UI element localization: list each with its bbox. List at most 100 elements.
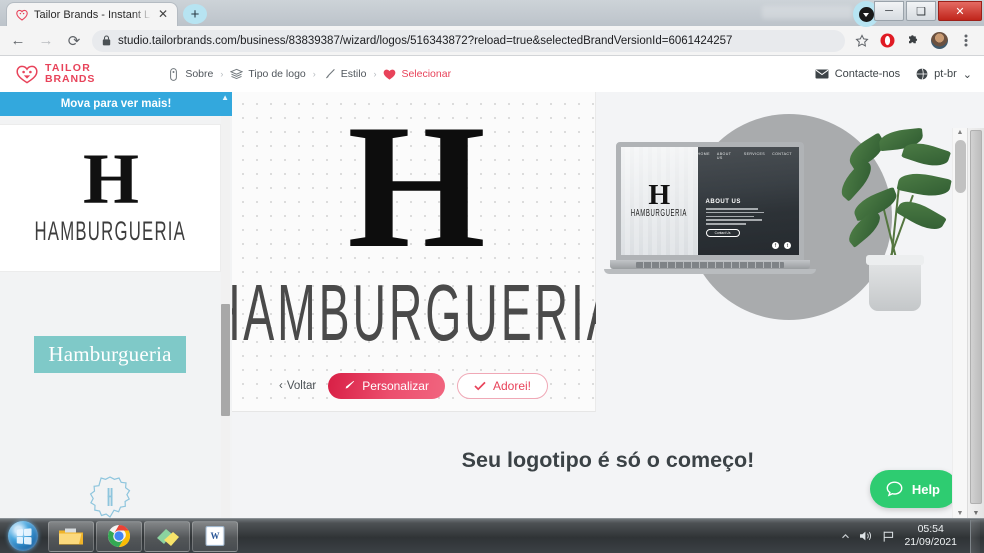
back-button[interactable]: ←: [8, 31, 28, 51]
laptop-foot: [604, 269, 816, 274]
window-scrollbar[interactable]: ▼: [967, 128, 984, 518]
mockup-nav-item: CONTACT: [772, 152, 792, 156]
microsoft-word-icon[interactable]: W: [192, 520, 238, 552]
twitter-icon: t: [784, 242, 791, 249]
logo-name: HAMBURGUERIA: [34, 215, 186, 246]
tailor-brands-logo[interactable]: TAILOR BRANDS: [16, 63, 95, 84]
decorative-plant: [835, 126, 956, 311]
wizard-steps: Sobre › Tipo de logo › Estilo › Selecion…: [167, 67, 451, 81]
step-chevron-2: ›: [312, 69, 316, 79]
mockup-nav-item: ABOUT US: [716, 152, 732, 160]
tabstrip-blurred-region: [762, 6, 852, 19]
chrome-browser-window: Tailor Brands - Instant Logo Mak ✕ + ─ ❑…: [0, 0, 984, 518]
logo-thumbnail-3[interactable]: HAMBURGUERIA: [0, 436, 221, 518]
logo-thumbnail-1[interactable]: H HAMBURGUERIA: [0, 124, 221, 272]
show-desktop-button[interactable]: [970, 519, 980, 553]
laptop-device: H HAMBURGUERIA HOME ABOUT US SERVICES CO…: [604, 142, 816, 274]
logo-thumbnail-2[interactable]: Hamburgueria: [0, 280, 221, 428]
scroll-up-arrow-icon[interactable]: ▲: [221, 93, 229, 102]
globe-icon: [916, 68, 928, 80]
step-sobre[interactable]: Sobre: [167, 67, 214, 81]
mockup-nav-item: HOME: [697, 152, 710, 156]
volume-icon[interactable]: [859, 530, 873, 542]
mockup-body-lines: [705, 208, 764, 225]
mockup-logo-mark: H: [648, 179, 671, 211]
page-scroll-up-icon[interactable]: ▲: [953, 129, 967, 136]
reload-button[interactable]: ⟳: [64, 31, 84, 51]
step-label: Sobre: [185, 68, 214, 80]
step-tipo-de-logo[interactable]: Tipo de logo: [230, 68, 306, 81]
back-button[interactable]: ‹ Voltar: [279, 380, 316, 392]
tailor-brands-favicon: [16, 9, 28, 21]
help-button[interactable]: Help: [869, 470, 958, 508]
badge-emblem-icon: [88, 475, 132, 519]
desktop-screen: Tailor Brands - Instant Logo Mak ✕ + ─ ❑…: [0, 0, 984, 553]
back-label: Voltar: [286, 379, 317, 392]
close-window-button[interactable]: ✕: [938, 1, 982, 21]
step-label: Estilo: [340, 68, 367, 80]
move-banner-label: Mova para ver mais!: [60, 98, 172, 110]
main-content: H HAMBURGUERIA ‹ Voltar Personalizar Ado…: [232, 92, 984, 518]
maximize-button[interactable]: ❑: [906, 1, 936, 21]
mockup-hero-right: HOME ABOUT US SERVICES CONTACT ABOUT US: [697, 147, 799, 255]
clock-date: 21/09/2021: [904, 536, 957, 548]
site-header: TAILOR BRANDS Sobre › Tipo de logo › Est…: [0, 56, 984, 92]
chrome-menu-icon[interactable]: [957, 32, 974, 49]
pencil-icon: [345, 381, 355, 389]
extensions-puzzle-icon[interactable]: [905, 32, 922, 49]
customize-button[interactable]: Personalizar: [328, 372, 445, 399]
windows-explorer-icon[interactable]: [48, 520, 94, 552]
profile-avatar[interactable]: [931, 32, 948, 49]
logo-mark: H: [82, 139, 139, 220]
svg-text:W: W: [211, 531, 220, 541]
bookmark-star-icon[interactable]: [853, 32, 870, 49]
tab-title: Tailor Brands - Instant Logo Mak: [34, 8, 151, 21]
brand-line-2: BRANDS: [45, 73, 96, 85]
address-bar[interactable]: studio.tailorbrands.com/business/8383938…: [92, 29, 845, 52]
browser-tab[interactable]: Tailor Brands - Instant Logo Mak ✕: [6, 2, 178, 26]
sticky-notes-icon[interactable]: [144, 520, 190, 552]
tailor-brands-logo-icon: [16, 65, 38, 83]
customize-label: Personalizar: [362, 378, 429, 393]
step-selecionar[interactable]: Selecionar: [383, 68, 451, 81]
window-scroll-down-icon[interactable]: ▼: [968, 510, 984, 517]
step-chevron-1: ›: [220, 69, 224, 79]
help-label: Help: [911, 481, 940, 497]
url-text: studio.tailorbrands.com/business/8383938…: [118, 34, 733, 47]
page-scroll-down-icon[interactable]: ▼: [953, 510, 967, 517]
layers-icon: [230, 68, 244, 81]
love-it-button[interactable]: Adorei!: [456, 372, 548, 399]
windows-taskbar: W 05:54 21/09/2021: [0, 518, 984, 553]
mockup-hero-left: H HAMBURGUERIA: [621, 147, 698, 255]
windows-start-orb[interactable]: [0, 520, 46, 553]
step-label: Selecionar: [401, 68, 452, 80]
minimize-button[interactable]: ─: [874, 1, 904, 21]
step-estilo[interactable]: Estilo: [323, 68, 367, 81]
forward-button[interactable]: →: [36, 31, 56, 51]
google-chrome-icon[interactable]: [96, 520, 142, 552]
chat-bubble-icon: [886, 480, 903, 497]
opera-extension-icon[interactable]: [879, 32, 896, 49]
page-scrollbar-thumb[interactable]: [955, 140, 966, 193]
taskbar-clock[interactable]: 05:54 21/09/2021: [904, 523, 957, 549]
contact-us-label: Contacte-nos: [834, 68, 901, 80]
heart-icon: [383, 68, 396, 81]
language-selector[interactable]: pt-br ⌄: [916, 68, 972, 81]
step-chevron-3: ›: [373, 69, 377, 79]
page-scrollbar[interactable]: ▲ ▼: [952, 128, 967, 518]
action-center-flag-icon[interactable]: [882, 530, 895, 543]
love-it-label: Adorei!: [492, 378, 531, 393]
show-hidden-icons-arrow[interactable]: [841, 532, 850, 541]
sidebar-scrollbar-thumb[interactable]: [221, 304, 230, 416]
mockup-cta-button: Contact Us: [705, 228, 740, 237]
tab-close-icon[interactable]: ✕: [157, 8, 169, 21]
window-scrollbar-thumb[interactable]: [970, 130, 982, 504]
contact-us-link[interactable]: Contacte-nos: [815, 68, 900, 80]
new-tab-button[interactable]: +: [183, 4, 207, 24]
check-icon: [474, 381, 486, 391]
browser-toolbar: ← → ⟳ studio.tailorbrands.com/business/8…: [0, 26, 984, 56]
laptop-keyboard: [636, 261, 784, 268]
facebook-icon: f: [772, 242, 779, 249]
lock-icon: [102, 35, 111, 46]
mockup-logo-name: HAMBURGUERIA: [631, 208, 688, 220]
